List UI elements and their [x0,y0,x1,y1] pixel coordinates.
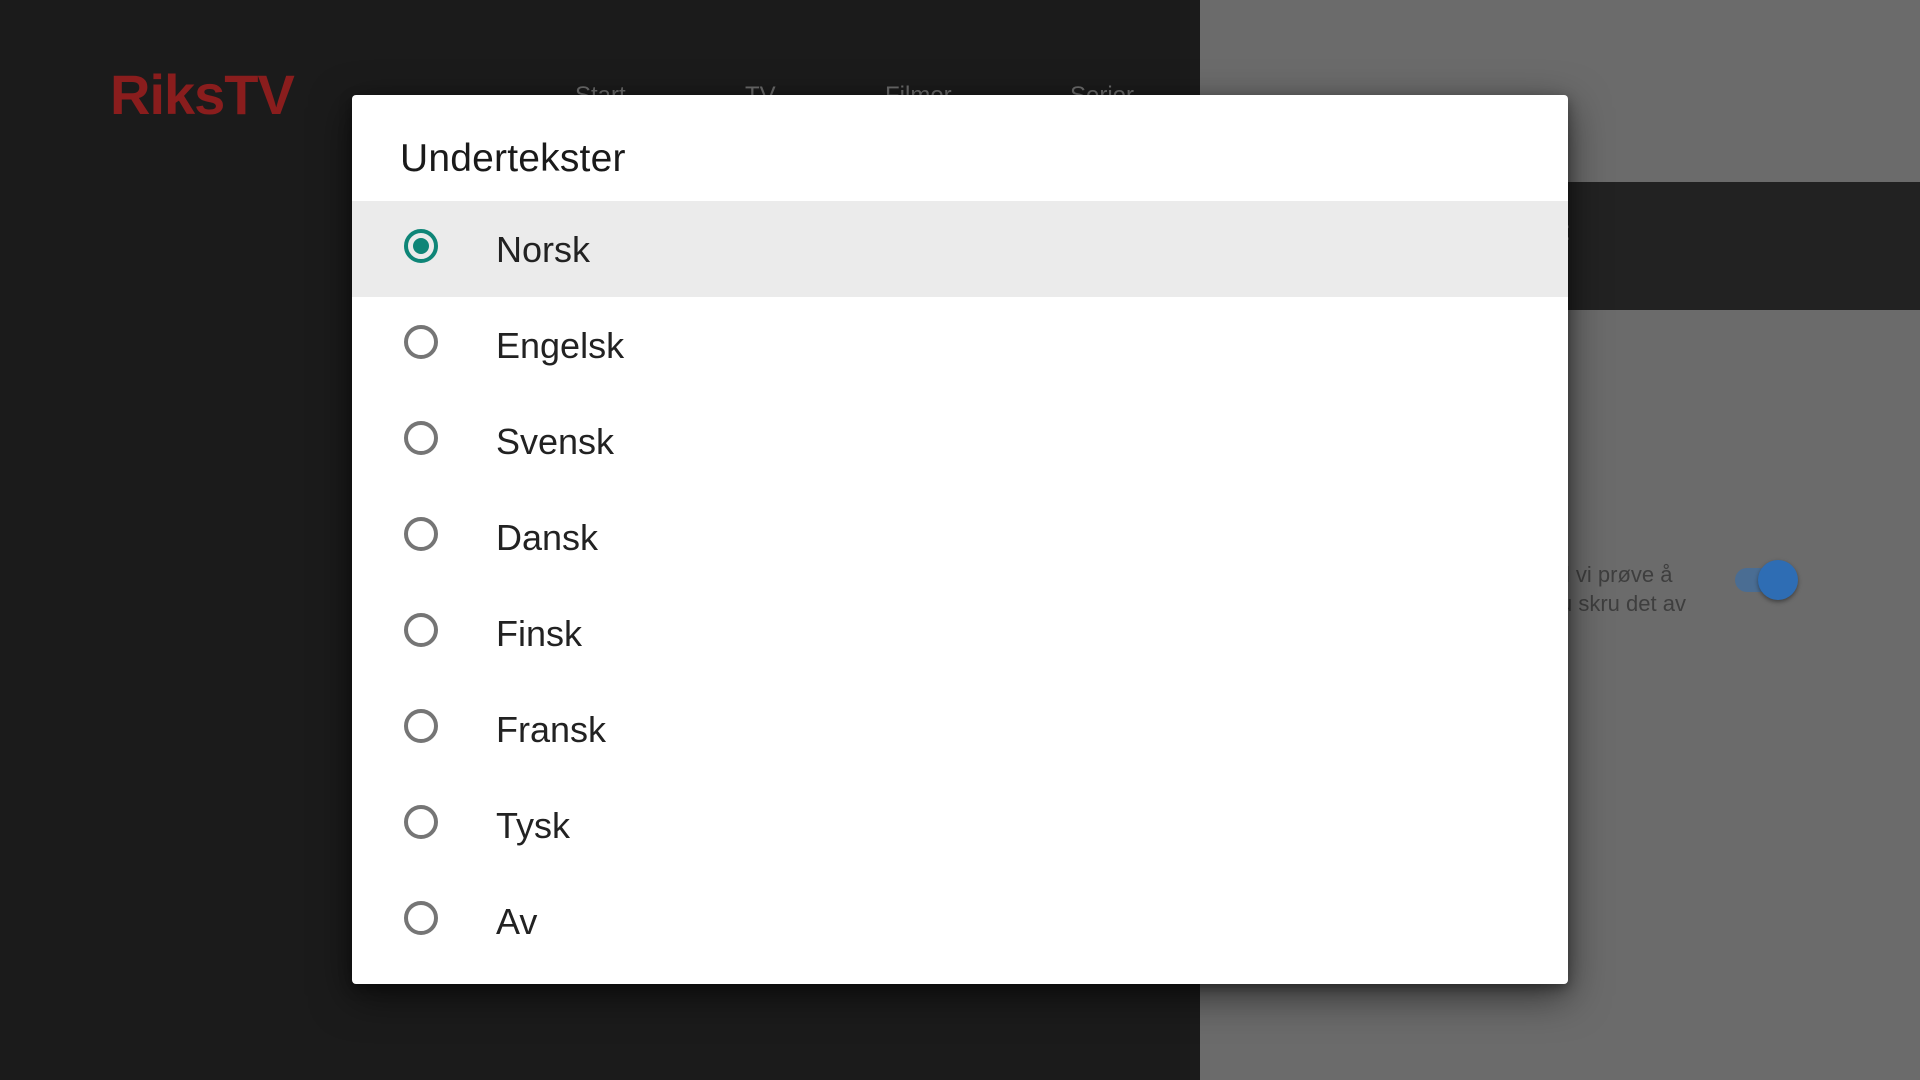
radio-unselected-icon [404,517,438,551]
option-svensk[interactable]: Svensk [352,393,1568,489]
radio-unselected-icon [404,901,438,935]
option-label: Av [496,901,538,942]
radio-unselected-icon [404,805,438,839]
option-av[interactable]: Av [352,873,1568,969]
option-label: Dansk [496,517,599,558]
subtitle-options-list: Norsk Engelsk Svensk Dansk Finsk Fransk [352,201,1568,969]
rikstv-logo: RiksTV [110,63,295,126]
option-label: Norsk [496,229,591,270]
radio-unselected-icon [404,325,438,359]
option-fransk[interactable]: Fransk [352,681,1568,777]
radio-unselected-icon [404,709,438,743]
option-label: Engelsk [496,325,625,366]
option-label: Fransk [496,709,607,750]
screen: RiksTV Start TV Filmer Serier t il vi pr… [0,0,1920,1080]
option-tysk[interactable]: Tysk [352,777,1568,873]
setting-toggle[interactable] [1735,560,1799,600]
dialog-title: Undertekster [400,137,626,180]
radio-unselected-icon [404,421,438,455]
radio-unselected-icon [404,613,438,647]
toggle-thumb [1758,560,1798,600]
setting-description-line: u skru det av [1560,591,1686,616]
option-label: Finsk [496,613,583,654]
option-label: Svensk [496,421,615,462]
option-label: Tysk [496,805,571,846]
option-finsk[interactable]: Finsk [352,585,1568,681]
option-engelsk[interactable]: Engelsk [352,297,1568,393]
subtitles-dialog: Undertekster Norsk Engelsk Svensk Dansk … [352,95,1568,984]
radio-selected-icon [404,229,438,263]
option-norsk[interactable]: Norsk [352,201,1568,297]
option-dansk[interactable]: Dansk [352,489,1568,585]
